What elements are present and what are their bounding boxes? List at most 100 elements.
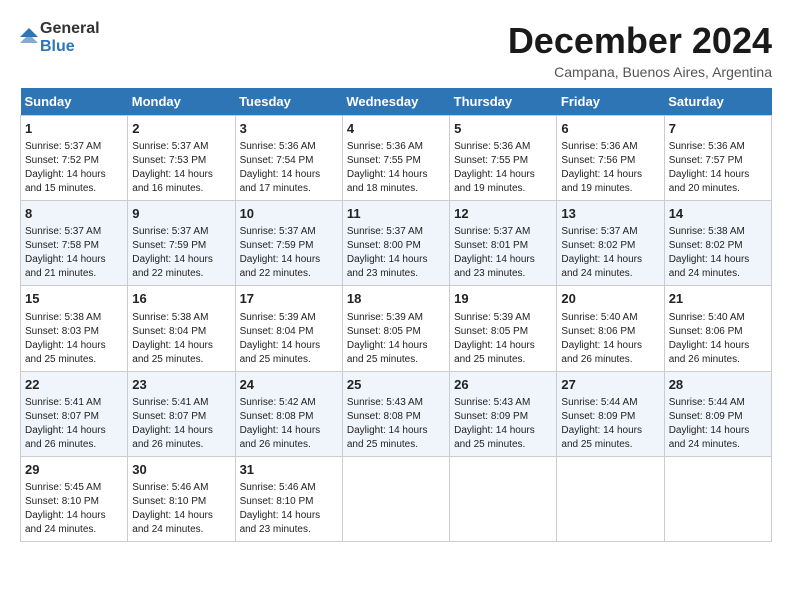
cell-content: Sunrise: 5:43 AMSunset: 8:09 PMDaylight:…: [454, 396, 552, 452]
cell-content: Sunrise: 5:37 AMSunset: 7:58 PMDaylight:…: [25, 225, 123, 281]
calendar-cell: 12 Sunrise: 5:37 AMSunset: 8:01 PMDayligh…: [450, 201, 557, 286]
cell-content: Sunrise: 5:37 AMSunset: 7:59 PMDaylight:…: [132, 225, 230, 281]
calendar-cell: 17 Sunrise: 5:39 AMSunset: 8:04 PMDayligh…: [235, 286, 342, 371]
day-number: 23: [132, 376, 230, 394]
day-number: 29: [25, 461, 123, 479]
day-number: 12: [454, 205, 552, 223]
cell-content: Sunrise: 5:37 AMSunset: 7:59 PMDaylight:…: [240, 225, 338, 281]
cell-content: Sunrise: 5:38 AMSunset: 8:03 PMDaylight:…: [25, 311, 123, 367]
cell-content: Sunrise: 5:40 AMSunset: 8:06 PMDaylight:…: [669, 311, 767, 367]
calendar-cell: 11Sunrise: 5:37 AMSunset: 8:00 PMDayligh…: [342, 201, 449, 286]
calendar-cell: 2 Sunrise: 5:37 AMSunset: 7:53 PMDaylight…: [128, 116, 235, 201]
location-subtitle: Campana, Buenos Aires, Argentina: [508, 64, 772, 80]
calendar-week-1: 1 Sunrise: 5:37 AMSunset: 7:52 PMDaylight…: [21, 116, 772, 201]
calendar-header-row: SundayMondayTuesdayWednesdayThursdayFrid…: [21, 88, 772, 116]
logo-general: General: [40, 20, 100, 38]
logo-text: General Blue: [40, 20, 100, 55]
calendar-cell: 26 Sunrise: 5:43 AMSunset: 8:09 PMDayligh…: [450, 371, 557, 456]
cell-content: Sunrise: 5:38 AMSunset: 8:02 PMDaylight:…: [669, 225, 767, 281]
calendar-cell: 10 Sunrise: 5:37 AMSunset: 7:59 PMDayligh…: [235, 201, 342, 286]
calendar-cell: 23Sunrise: 5:41 AMSunset: 8:07 PMDayligh…: [128, 371, 235, 456]
logo-wrap: General Blue: [20, 20, 100, 55]
cell-content: Sunrise: 5:39 AMSunset: 8:04 PMDaylight:…: [240, 311, 338, 367]
calendar-cell: [664, 456, 771, 541]
day-number: 4: [347, 120, 445, 138]
cell-content: Sunrise: 5:37 AMSunset: 8:00 PMDaylight:…: [347, 225, 445, 281]
logo-bird-icon: [20, 28, 38, 50]
day-number: 2: [132, 120, 230, 138]
calendar-table: SundayMondayTuesdayWednesdayThursdayFrid…: [20, 88, 772, 542]
cell-content: Sunrise: 5:36 AMSunset: 7:55 PMDaylight:…: [454, 140, 552, 196]
calendar-cell: 29 Sunrise: 5:45 AMSunset: 8:10 PMDayligh…: [21, 456, 128, 541]
calendar-cell: 5 Sunrise: 5:36 AMSunset: 7:55 PMDaylight…: [450, 116, 557, 201]
cell-content: Sunrise: 5:42 AMSunset: 8:08 PMDaylight:…: [240, 396, 338, 452]
header-wednesday: Wednesday: [342, 88, 449, 116]
cell-content: Sunrise: 5:43 AMSunset: 8:08 PMDaylight:…: [347, 396, 445, 452]
cell-content: Sunrise: 5:37 AMSunset: 8:02 PMDaylight:…: [561, 225, 659, 281]
day-number: 24: [240, 376, 338, 394]
day-number: 7: [669, 120, 767, 138]
cell-content: Sunrise: 5:44 AMSunset: 8:09 PMDaylight:…: [669, 396, 767, 452]
calendar-cell: 6Sunrise: 5:36 AMSunset: 7:56 PMDaylight…: [557, 116, 664, 201]
header-sunday: Sunday: [21, 88, 128, 116]
day-number: 31: [240, 461, 338, 479]
header-friday: Friday: [557, 88, 664, 116]
calendar-cell: 27Sunrise: 5:44 AMSunset: 8:09 PMDayligh…: [557, 371, 664, 456]
day-number: 5: [454, 120, 552, 138]
calendar-cell: 13 Sunrise: 5:37 AMSunset: 8:02 PMDayligh…: [557, 201, 664, 286]
day-number: 15: [25, 290, 123, 308]
header-saturday: Saturday: [664, 88, 771, 116]
day-number: 14: [669, 205, 767, 223]
header-tuesday: Tuesday: [235, 88, 342, 116]
calendar-cell: 14 Sunrise: 5:38 AMSunset: 8:02 PMDayligh…: [664, 201, 771, 286]
day-number: 13: [561, 205, 659, 223]
calendar-cell: 3Sunrise: 5:36 AMSunset: 7:54 PMDaylight…: [235, 116, 342, 201]
day-number: 20: [561, 290, 659, 308]
day-number: 25: [347, 376, 445, 394]
day-number: 16: [132, 290, 230, 308]
calendar-cell: 7Sunrise: 5:36 AMSunset: 7:57 PMDaylight…: [664, 116, 771, 201]
logo: General Blue: [20, 20, 100, 55]
calendar-cell: 20 Sunrise: 5:40 AMSunset: 8:06 PMDayligh…: [557, 286, 664, 371]
day-number: 28: [669, 376, 767, 394]
calendar-cell: 28 Sunrise: 5:44 AMSunset: 8:09 PMDayligh…: [664, 371, 771, 456]
day-number: 10: [240, 205, 338, 223]
calendar-cell: 21 Sunrise: 5:40 AMSunset: 8:06 PMDayligh…: [664, 286, 771, 371]
calendar-week-2: 8Sunrise: 5:37 AMSunset: 7:58 PMDaylight…: [21, 201, 772, 286]
calendar-cell: 1 Sunrise: 5:37 AMSunset: 7:52 PMDaylight…: [21, 116, 128, 201]
calendar-cell: 16 Sunrise: 5:38 AMSunset: 8:04 PMDayligh…: [128, 286, 235, 371]
cell-content: Sunrise: 5:37 AMSunset: 7:52 PMDaylight:…: [25, 140, 123, 196]
calendar-cell: [342, 456, 449, 541]
header-thursday: Thursday: [450, 88, 557, 116]
cell-content: Sunrise: 5:36 AMSunset: 7:55 PMDaylight:…: [347, 140, 445, 196]
cell-content: Sunrise: 5:46 AMSunset: 8:10 PMDaylight:…: [240, 481, 338, 537]
calendar-cell: 19 Sunrise: 5:39 AMSunset: 8:05 PMDayligh…: [450, 286, 557, 371]
cell-content: Sunrise: 5:45 AMSunset: 8:10 PMDaylight:…: [25, 481, 123, 537]
day-number: 21: [669, 290, 767, 308]
calendar-cell: 15 Sunrise: 5:38 AMSunset: 8:03 PMDayligh…: [21, 286, 128, 371]
cell-content: Sunrise: 5:41 AMSunset: 8:07 PMDaylight:…: [25, 396, 123, 452]
cell-content: Sunrise: 5:39 AMSunset: 8:05 PMDaylight:…: [347, 311, 445, 367]
day-number: 26: [454, 376, 552, 394]
calendar-cell: 18 Sunrise: 5:39 AMSunset: 8:05 PMDayligh…: [342, 286, 449, 371]
calendar-cell: [450, 456, 557, 541]
cell-content: Sunrise: 5:38 AMSunset: 8:04 PMDaylight:…: [132, 311, 230, 367]
day-number: 19: [454, 290, 552, 308]
day-number: 1: [25, 120, 123, 138]
cell-content: Sunrise: 5:37 AMSunset: 8:01 PMDaylight:…: [454, 225, 552, 281]
header-monday: Monday: [128, 88, 235, 116]
calendar-cell: 8Sunrise: 5:37 AMSunset: 7:58 PMDaylight…: [21, 201, 128, 286]
calendar-week-4: 22 Sunrise: 5:41 AMSunset: 8:07 PMDayligh…: [21, 371, 772, 456]
cell-content: Sunrise: 5:46 AMSunset: 8:10 PMDaylight:…: [132, 481, 230, 537]
cell-content: Sunrise: 5:37 AMSunset: 7:53 PMDaylight:…: [132, 140, 230, 196]
day-number: 18: [347, 290, 445, 308]
calendar-cell: 22 Sunrise: 5:41 AMSunset: 8:07 PMDayligh…: [21, 371, 128, 456]
cell-content: Sunrise: 5:39 AMSunset: 8:05 PMDaylight:…: [454, 311, 552, 367]
day-number: 17: [240, 290, 338, 308]
page-header: General Blue December 2024 Campana, Buen…: [20, 20, 772, 80]
calendar-cell: 31 Sunrise: 5:46 AMSunset: 8:10 PMDayligh…: [235, 456, 342, 541]
day-number: 30: [132, 461, 230, 479]
cell-content: Sunrise: 5:40 AMSunset: 8:06 PMDaylight:…: [561, 311, 659, 367]
day-number: 22: [25, 376, 123, 394]
day-number: 27: [561, 376, 659, 394]
